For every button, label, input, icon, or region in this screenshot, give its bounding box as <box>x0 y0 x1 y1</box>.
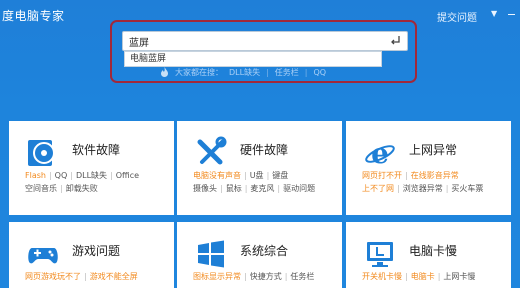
tag-link[interactable]: 图标显示异常 <box>193 272 241 281</box>
divider: | <box>220 184 223 193</box>
divider: | <box>277 184 281 193</box>
card-network[interactable]: e 上网异常 网页打不开 | 在线影音异常 上不了网 | 浏览器异常 | 买火车票 <box>346 121 511 215</box>
card-software[interactable]: 软件故障 Flash | QQ | DLL缺失 | Office 空间音乐 | 卸载失败 <box>9 121 174 215</box>
divider: | <box>397 184 400 193</box>
tag-link[interactable]: 卸载失败 <box>66 184 98 193</box>
tag-link[interactable]: 任务栏 <box>290 272 314 281</box>
search-input[interactable] <box>129 33 379 49</box>
tag-link[interactable]: 上不了网 <box>362 184 394 193</box>
divider: | <box>284 272 288 281</box>
tag-link[interactable]: 电脑没有声音 <box>193 171 241 180</box>
card-title: 硬件故障 <box>240 143 289 157</box>
ie-icon: e <box>362 135 398 171</box>
feedback-link[interactable]: 提交问题 <box>437 9 477 24</box>
card-system[interactable]: 系统综合 图标显示异常 | 快捷方式 | 任务栏 <box>177 222 342 288</box>
tag-list: 网页游戏玩不了 | 游戏不能全屏 <box>25 270 168 283</box>
tag-line: 开关机卡慢 | 电脑卡 | 上网卡慢 <box>362 270 505 283</box>
tag-link[interactable]: 驱动问题 <box>283 184 315 193</box>
tag-link[interactable]: 摄像头 <box>193 184 217 193</box>
card-title: 软件故障 <box>72 143 121 157</box>
tag-list: 开关机卡慢 | 电脑卡 | 上网卡慢 <box>362 270 505 283</box>
tag-link[interactable]: 浏览器异常 <box>403 184 443 193</box>
card-title: 游戏问题 <box>72 244 121 258</box>
tag-link[interactable]: Flash <box>25 171 46 180</box>
divider: | <box>60 184 63 193</box>
tag-link[interactable]: 游戏不能全屏 <box>90 272 138 281</box>
divider: | <box>70 171 73 180</box>
monitor-icon <box>362 236 398 272</box>
windows-icon <box>193 236 229 272</box>
hot-searches: 大家都在搜： DLL缺失 | 任务栏 | QQ <box>160 65 326 79</box>
tag-link[interactable]: Office <box>116 171 139 180</box>
disc-icon <box>25 135 61 171</box>
divider: | <box>244 272 247 281</box>
tag-list: 网页打不开 | 在线影音异常 上不了网 | 浏览器异常 | 买火车票 <box>362 169 505 195</box>
menu-arrow-icon[interactable]: ▼ <box>491 9 497 18</box>
tag-link[interactable]: 开关机卡慢 <box>362 272 402 281</box>
card-title: 系统综合 <box>240 244 289 258</box>
tag-list: 电脑没有声音 | U盘 | 键盘 摄像头 | 鼠标 | 麦克风 | 驱动问题 <box>193 169 336 195</box>
tag-list: Flash | QQ | DLL缺失 | Office 空间音乐 | 卸载失败 <box>25 169 168 195</box>
tag-line: Flash | QQ | DLL缺失 | Office <box>25 169 168 182</box>
gamepad-icon <box>25 236 61 272</box>
divider: | <box>84 272 87 281</box>
enter-icon[interactable] <box>390 35 401 46</box>
svg-text:e: e <box>371 137 389 170</box>
divider: | <box>437 272 441 281</box>
tag-link[interactable]: 鼠标 <box>226 184 242 193</box>
tag-link[interactable]: 在线影音异常 <box>411 171 459 180</box>
divider: | <box>405 171 408 180</box>
divider: | <box>405 272 408 281</box>
tag-link[interactable]: 空间音乐 <box>25 184 57 193</box>
tag-link[interactable]: 键盘 <box>272 171 288 180</box>
minimize-button[interactable] <box>508 14 515 15</box>
card-title: 电脑卡慢 <box>409 244 458 258</box>
divider: | <box>244 184 248 193</box>
tag-line: 网页游戏玩不了 | 游戏不能全屏 <box>25 270 168 283</box>
card-games[interactable]: 游戏问题 网页游戏玩不了 | 游戏不能全屏 <box>9 222 174 288</box>
search-box[interactable] <box>122 31 408 51</box>
hot-item[interactable]: DLL缺失 <box>229 67 260 78</box>
tag-line: 网页打不开 | 在线影音异常 <box>362 169 505 182</box>
divider: | <box>266 171 270 180</box>
tools-icon <box>193 135 229 171</box>
divider: | <box>48 171 52 180</box>
app-title: 度电脑专家 <box>2 9 65 23</box>
tag-line: 电脑没有声音 | U盘 | 键盘 <box>193 169 336 182</box>
hot-item[interactable]: 任务栏 <box>275 67 299 78</box>
flame-icon <box>161 67 168 77</box>
tag-list: 图标显示异常 | 快捷方式 | 任务栏 <box>193 270 336 283</box>
tag-link[interactable]: 网页打不开 <box>362 171 402 180</box>
hot-label: 大家都在搜： <box>175 67 223 77</box>
divider: | <box>445 184 449 193</box>
tag-link[interactable]: 上网卡慢 <box>443 272 475 281</box>
tag-link[interactable]: 买火车票 <box>451 184 483 193</box>
hot-item[interactable]: QQ <box>313 68 326 77</box>
tag-link[interactable]: 电脑卡 <box>411 272 435 281</box>
divider: | <box>266 67 269 77</box>
tag-link[interactable]: 网页游戏玩不了 <box>25 272 81 281</box>
divider: | <box>244 171 247 180</box>
card-slowness[interactable]: 电脑卡慢 开关机卡慢 | 电脑卡 | 上网卡慢 <box>346 222 511 288</box>
card-title: 上网异常 <box>409 143 458 157</box>
divider: | <box>110 171 113 180</box>
card-hardware[interactable]: 硬件故障 电脑没有声音 | U盘 | 键盘 摄像头 | 鼠标 | 麦克风 | 驱动问题 <box>177 121 342 215</box>
tag-line: 摄像头 | 鼠标 | 麦克风 | 驱动问题 <box>193 182 336 195</box>
tag-link[interactable]: 麦克风 <box>250 184 274 193</box>
tag-link[interactable]: QQ <box>55 171 68 180</box>
tag-link[interactable]: DLL缺失 <box>76 171 107 180</box>
tag-line: 图标显示异常 | 快捷方式 | 任务栏 <box>193 270 336 283</box>
divider: | <box>304 67 308 77</box>
tag-line: 空间音乐 | 卸载失败 <box>25 182 168 195</box>
tag-link[interactable]: U盘 <box>250 171 264 180</box>
tag-line: 上不了网 | 浏览器异常 | 买火车票 <box>362 182 505 195</box>
tag-link[interactable]: 快捷方式 <box>250 272 282 281</box>
